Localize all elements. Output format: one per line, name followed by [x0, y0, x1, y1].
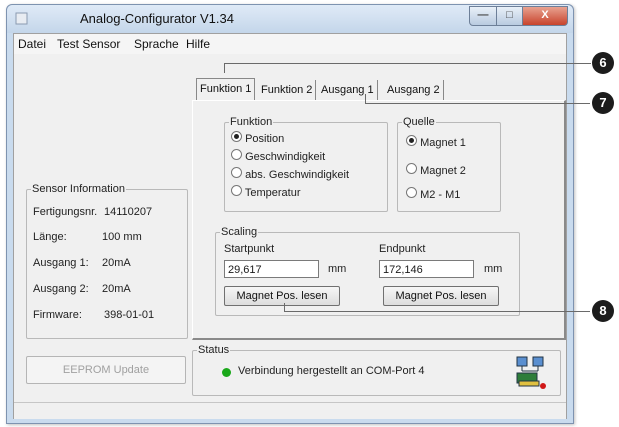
info-value: 14110207 — [104, 206, 153, 218]
title-bar[interactable]: Analog-Configurator V1.34 — □ X — [7, 5, 573, 33]
radio-icon — [231, 131, 242, 142]
app-icon — [15, 12, 28, 25]
callout-8-tick — [284, 303, 285, 312]
radio-temperatur[interactable]: Temperatur — [231, 185, 301, 199]
menu-bar: Datei Test Sensor Sprache Hilfe — [14, 34, 566, 54]
radio-position[interactable]: Position — [231, 131, 284, 145]
radio-label: Magnet 1 — [420, 137, 466, 149]
menu-datei[interactable]: Datei — [18, 37, 46, 51]
callout-8-line — [284, 311, 590, 312]
sensor-info-group: Sensor Information Fertigungsnr. 1411020… — [26, 183, 188, 339]
status-message: Verbindung hergestellt an COM-Port 4 — [238, 365, 425, 377]
info-key: Firmware: — [33, 309, 82, 321]
info-key: Länge: — [33, 231, 67, 243]
radio-label: Magnet 2 — [420, 165, 466, 177]
info-value: 20mA — [102, 257, 131, 269]
startpunkt-unit: mm — [328, 263, 347, 275]
endpunkt-unit: mm — [484, 263, 503, 275]
callout-8-badge: 8 — [592, 300, 614, 322]
callout-7-line — [365, 103, 590, 104]
radio-icon — [231, 149, 242, 160]
maximize-button[interactable]: □ — [496, 6, 523, 26]
status-indicator — [222, 368, 231, 377]
radio-magnet-2[interactable]: Magnet 2 — [406, 163, 466, 177]
info-key: Fertigungsnr. — [33, 206, 98, 218]
radio-icon — [406, 187, 417, 198]
startpunkt-input[interactable]: 29,617 — [224, 260, 319, 278]
endpunkt-label: Endpunkt — [379, 243, 426, 255]
radio-label: Geschwindigkeit — [245, 151, 326, 163]
tab-ausgang-1[interactable]: Ausgang 1 — [318, 80, 378, 100]
callout-6-tick — [224, 63, 225, 73]
tab-funktion-2[interactable]: Funktion 2 — [258, 80, 317, 100]
callout-6-badge: 6 — [592, 52, 614, 74]
quelle-group-label: Quelle — [402, 116, 436, 128]
minimize-button[interactable]: — — [469, 6, 497, 26]
radio-icon — [406, 163, 417, 174]
info-value: 398-01-01 — [104, 309, 155, 321]
radio-label: Temperatur — [244, 187, 301, 199]
radio-label: Position — [245, 133, 285, 145]
magnet-pos-read-button-start[interactable]: Magnet Pos. lesen — [224, 286, 340, 306]
funktion-group-label: Funktion — [229, 116, 274, 128]
radio-geschwindigkeit[interactable]: Geschwindigkeit — [231, 149, 325, 163]
status-bar — [14, 402, 566, 419]
info-value: 20mA — [102, 283, 131, 295]
radio-label: abs. Geschwindigkeit — [245, 169, 350, 181]
radio-abs-geschwindigkeit[interactable]: abs. Geschwindigkeit — [231, 167, 349, 181]
endpunkt-input[interactable]: 172,146 — [379, 260, 474, 278]
network-connection-icon — [516, 356, 546, 389]
status-label: Status — [197, 344, 231, 356]
info-key: Ausgang 1: — [33, 257, 89, 269]
quelle-group: Quelle Magnet 1 Magnet 2 M2 - M1 — [397, 116, 501, 212]
info-value: 100 mm — [102, 231, 142, 243]
radio-m2-m1[interactable]: M2 - M1 — [406, 187, 460, 201]
callout-7-tick — [365, 94, 366, 104]
eeprom-update-button[interactable]: EEPROM Update — [26, 356, 186, 384]
callout-7-badge: 7 — [592, 92, 614, 114]
status-group: Status Verbindung hergestellt an COM-Por… — [192, 344, 561, 396]
tab-funktion-1[interactable]: Funktion 1 — [196, 78, 256, 101]
app-window: Analog-Configurator V1.34 — □ X Datei Te… — [6, 4, 574, 424]
funktion-group: Funktion Position Geschwindigkeit abs. G… — [224, 116, 388, 212]
info-key: Ausgang 2: — [33, 283, 89, 295]
startpunkt-label: Startpunkt — [224, 243, 275, 255]
menu-hilfe[interactable]: Hilfe — [186, 37, 210, 51]
radio-icon — [406, 135, 417, 146]
radio-icon — [231, 185, 242, 196]
radio-label: M2 - M1 — [420, 189, 461, 201]
menu-test-sensor[interactable]: Test Sensor — [57, 37, 120, 51]
scaling-group-label: Scaling — [220, 226, 259, 238]
close-button[interactable]: X — [522, 6, 568, 26]
window-title: Analog-Configurator V1.34 — [80, 11, 234, 26]
scaling-group: Scaling Startpunkt 29,617 mm Magnet Pos.… — [215, 226, 520, 316]
menu-sprache[interactable]: Sprache — [134, 37, 179, 51]
client-area: Datei Test Sensor Sprache Hilfe Funktion… — [13, 33, 567, 419]
radio-magnet-1[interactable]: Magnet 1 — [406, 135, 466, 149]
tab-ausgang-2[interactable]: Ausgang 2 — [384, 80, 444, 100]
sensor-info-label: Sensor Information — [31, 183, 126, 195]
radio-icon — [231, 167, 242, 178]
magnet-pos-read-button-end[interactable]: Magnet Pos. lesen — [383, 286, 499, 306]
callout-6-line — [224, 63, 591, 64]
